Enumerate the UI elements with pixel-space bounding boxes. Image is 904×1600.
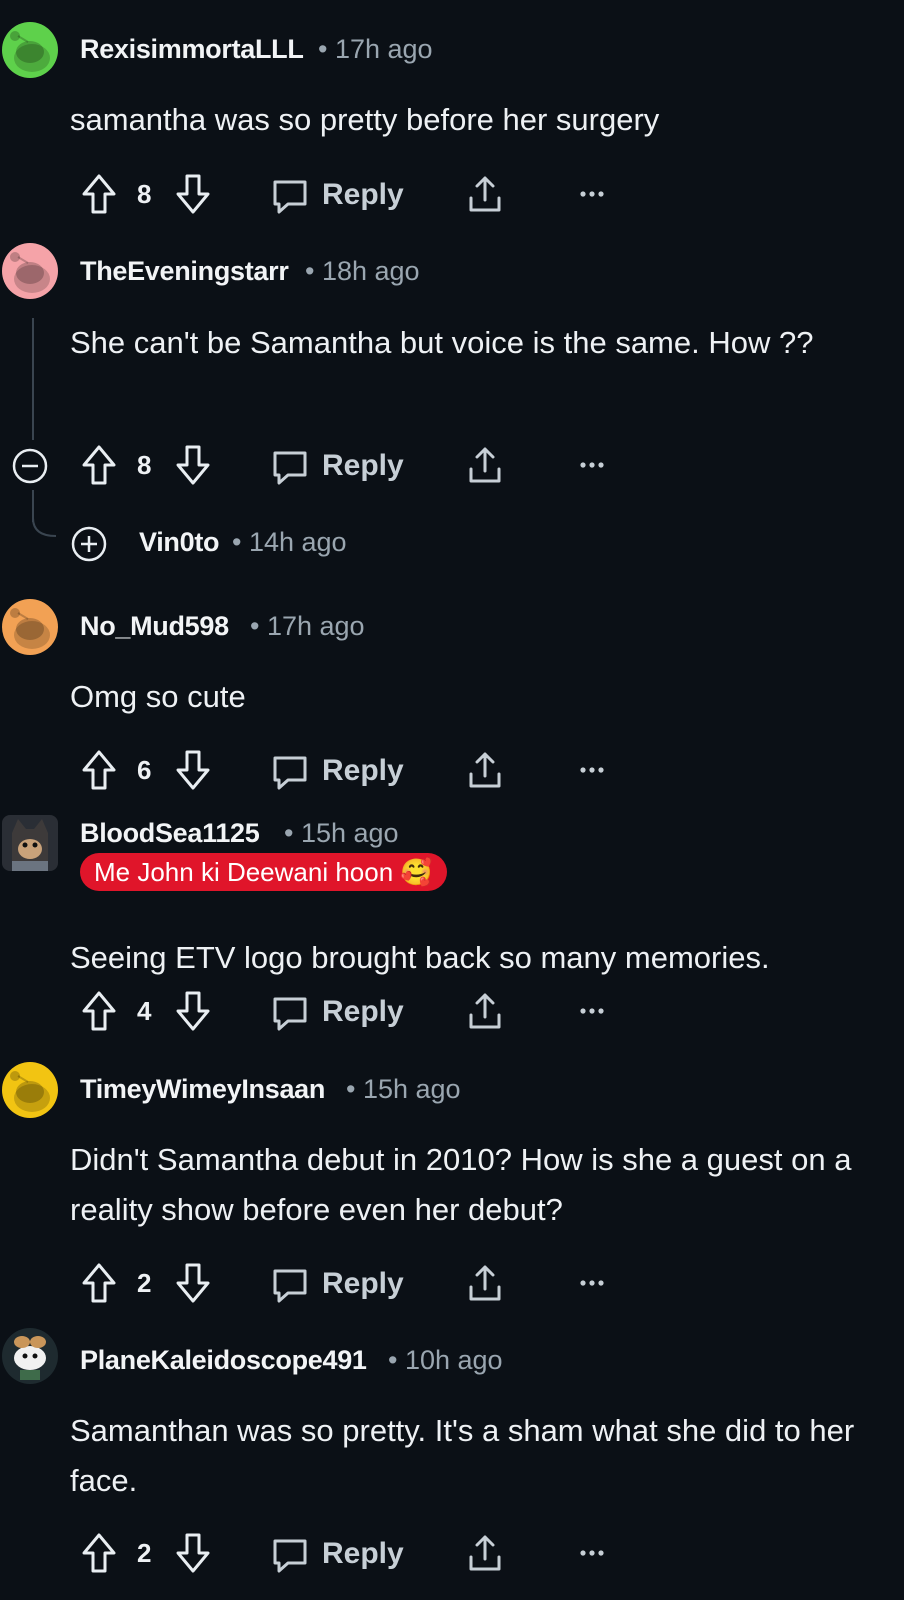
separator: • xyxy=(232,527,242,557)
username[interactable]: BloodSea1125 xyxy=(80,818,260,849)
separator: • xyxy=(346,1074,356,1104)
speech-bubble-icon xyxy=(270,1265,310,1305)
snoo-avatar-icon xyxy=(2,22,58,78)
share-icon[interactable] xyxy=(465,443,505,487)
snoo-avatar-icon xyxy=(2,599,58,655)
arrow-down-icon[interactable] xyxy=(174,1531,212,1575)
snoo-avatar-icon xyxy=(2,1062,58,1118)
avatar[interactable] xyxy=(2,599,58,655)
reply-label: Reply xyxy=(322,995,404,1028)
speech-bubble-icon xyxy=(270,993,310,1033)
reply-button[interactable]: Reply xyxy=(270,748,410,792)
time-label: 15h ago xyxy=(300,818,399,848)
share-icon[interactable] xyxy=(465,172,505,216)
timestamp: • 14h ago xyxy=(232,527,347,558)
arrow-up-icon[interactable] xyxy=(80,443,118,487)
more-dots-icon[interactable] xyxy=(572,748,612,792)
time-label: 14h ago xyxy=(248,527,347,557)
reply-button[interactable]: Reply xyxy=(270,989,410,1033)
timestamp: • 17h ago xyxy=(250,611,365,642)
separator: • xyxy=(305,256,315,286)
reply-button[interactable]: Reply xyxy=(270,443,410,487)
avatar[interactable] xyxy=(2,815,58,871)
separator: • xyxy=(318,34,328,64)
reply-button[interactable]: Reply xyxy=(270,1531,410,1575)
timestamp: • 15h ago xyxy=(346,1074,461,1105)
separator: • xyxy=(250,611,260,641)
separator: • xyxy=(388,1345,398,1375)
time-label: 15h ago xyxy=(362,1074,461,1104)
arrow-down-icon[interactable] xyxy=(174,748,212,792)
reply-button[interactable]: Reply xyxy=(270,172,410,216)
more-dots-icon[interactable] xyxy=(572,172,612,216)
comment-text: Omg so cute xyxy=(70,679,246,714)
share-icon[interactable] xyxy=(465,748,505,792)
avatar[interactable] xyxy=(2,1062,58,1118)
speech-bubble-icon xyxy=(270,447,310,487)
arrow-up-icon[interactable] xyxy=(80,748,118,792)
comment-text: She can't be Samantha but voice is the s… xyxy=(70,325,814,360)
comment-text: Seeing ETV logo brought back so many mem… xyxy=(70,940,770,975)
speech-bubble-icon xyxy=(270,1535,310,1575)
comment-text: samantha was so pretty before her surger… xyxy=(70,102,660,137)
minus-circle-icon[interactable] xyxy=(10,446,50,486)
arrow-up-icon[interactable] xyxy=(80,172,118,216)
username[interactable]: PlaneKaleidoscope491 xyxy=(80,1345,367,1376)
timestamp: • 10h ago xyxy=(388,1345,503,1376)
vote-count: 8 xyxy=(137,179,152,209)
arrow-up-icon[interactable] xyxy=(80,1531,118,1575)
timestamp: • 18h ago xyxy=(305,256,420,287)
thread-curve xyxy=(32,518,57,537)
time-label: 10h ago xyxy=(404,1345,503,1375)
time-label: 17h ago xyxy=(334,34,433,64)
speech-bubble-icon xyxy=(270,752,310,792)
username[interactable]: Vin0to xyxy=(139,527,220,558)
reply-label: Reply xyxy=(322,449,404,482)
vote-count: 6 xyxy=(137,755,152,785)
reply-label: Reply xyxy=(322,178,404,211)
username[interactable]: TimeyWimeyInsaan xyxy=(80,1074,325,1105)
share-icon[interactable] xyxy=(465,989,505,1033)
username[interactable]: No_Mud598 xyxy=(80,611,229,642)
more-dots-icon[interactable] xyxy=(572,989,612,1033)
thread-line xyxy=(32,318,34,440)
arrow-up-icon[interactable] xyxy=(80,1261,118,1305)
cat-avatar-icon xyxy=(12,819,48,871)
comment-text: Samanthan was so pretty. It's a sham wha… xyxy=(70,1413,855,1498)
username[interactable]: RexisimmortaLLL xyxy=(80,34,304,65)
more-dots-icon[interactable] xyxy=(572,443,612,487)
arrow-down-icon[interactable] xyxy=(174,1261,212,1305)
user-flair: Me John ki Deewani hoon 🥰 xyxy=(80,853,447,891)
reply-button[interactable]: Reply xyxy=(270,1261,410,1305)
time-label: 18h ago xyxy=(321,256,420,286)
time-label: 17h ago xyxy=(266,611,365,641)
timestamp: • 15h ago xyxy=(284,818,399,849)
snoo-dog-avatar-icon xyxy=(14,1336,46,1380)
reply-label: Reply xyxy=(322,1537,404,1570)
arrow-up-icon[interactable] xyxy=(80,989,118,1033)
vote-count: 4 xyxy=(137,996,152,1026)
username[interactable]: TheEveningstarr xyxy=(80,256,289,287)
plus-circle-icon[interactable] xyxy=(69,524,109,564)
separator: • xyxy=(284,818,294,848)
vote-count: 8 xyxy=(137,450,152,480)
reply-label: Reply xyxy=(322,1267,404,1300)
arrow-down-icon[interactable] xyxy=(174,443,212,487)
vote-count: 2 xyxy=(137,1268,152,1298)
reply-label: Reply xyxy=(322,754,404,787)
more-dots-icon[interactable] xyxy=(572,1261,612,1305)
share-icon[interactable] xyxy=(465,1531,505,1575)
arrow-down-icon[interactable] xyxy=(174,989,212,1033)
avatar[interactable] xyxy=(2,1328,58,1384)
comment-text: Didn't Samantha debut in 2010? How is sh… xyxy=(70,1142,852,1227)
snoo-avatar-icon xyxy=(2,243,58,299)
speech-bubble-icon xyxy=(270,176,310,216)
vote-count: 2 xyxy=(137,1538,152,1568)
share-icon[interactable] xyxy=(465,1261,505,1305)
more-dots-icon[interactable] xyxy=(572,1531,612,1575)
timestamp: • 17h ago xyxy=(318,34,433,65)
avatar[interactable] xyxy=(2,243,58,299)
arrow-down-icon[interactable] xyxy=(174,172,212,216)
avatar[interactable] xyxy=(2,22,58,78)
